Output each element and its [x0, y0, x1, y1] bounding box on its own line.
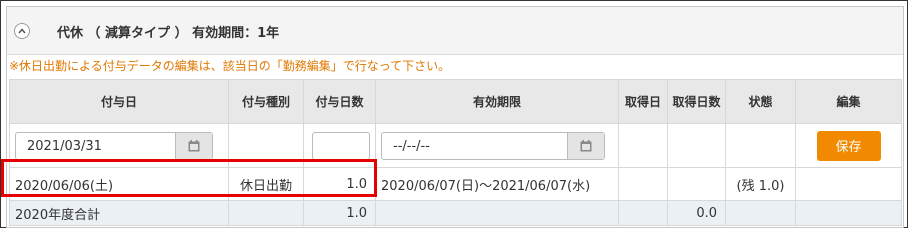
table-header-row: 付与日 付与種別 付与日数 有効期限 取得日 取得日数 状態 編集 [9, 79, 902, 124]
expiry-cell: --/--/-- [375, 123, 619, 168]
expiry-date-value[interactable]: --/--/-- [393, 139, 430, 154]
row-expiry: 2020/06/07(日)～2021/06/07(水) [375, 167, 619, 201]
row-taken-date [618, 167, 668, 201]
row-edit [795, 167, 902, 201]
column-header-status: 状態 [725, 79, 796, 124]
row-taken-days [667, 167, 726, 201]
total-status [725, 200, 796, 226]
panel-title: 代休 （ 減算タイプ ） 有効期間：1年 [57, 26, 280, 41]
grant-type-cell [228, 123, 304, 168]
input-row: 2021/03/31 --/--/-- 保存 [9, 123, 902, 168]
grant-date-cell: 2021/03/31 [9, 123, 229, 168]
column-header-grant-days: 付与日数 [303, 79, 376, 124]
grant-days-input[interactable] [312, 131, 370, 160]
column-header-taken-date: 取得日 [618, 79, 668, 124]
taken-days-cell [667, 123, 726, 168]
total-expiry [375, 200, 619, 226]
total-row: 2020年度合計 1.0 0.0 [9, 200, 902, 226]
total-taken-days: 0.0 [667, 200, 726, 226]
taken-date-cell [618, 123, 668, 168]
panel-header: 代休 （ 減算タイプ ） 有効期間：1年 [7, 7, 903, 55]
chevron-up-icon[interactable] [14, 23, 30, 39]
row-grant-date: 2020/06/06(土) [9, 167, 229, 201]
status-cell [725, 123, 796, 168]
row-status: (残 1.0) [725, 167, 796, 201]
edit-cell: 保存 [795, 123, 902, 168]
save-button[interactable]: 保存 [816, 130, 881, 161]
total-label: 2020年度合計 [9, 200, 229, 226]
calendar-icon[interactable] [567, 132, 604, 159]
column-header-taken-days: 取得日数 [667, 79, 726, 124]
column-header-expiry: 有効期限 [375, 79, 619, 124]
column-header-grant-date: 付与日 [9, 79, 229, 124]
total-grant-days: 1.0 [303, 200, 376, 226]
expiry-date-field[interactable]: --/--/-- [381, 131, 605, 160]
grant-days-cell [303, 123, 376, 168]
grant-date-value[interactable]: 2021/03/31 [27, 139, 102, 154]
total-grant-type [228, 200, 304, 226]
total-edit [795, 200, 902, 226]
grant-table: 付与日 付与種別 付与日数 有効期限 取得日 取得日数 状態 編集 2021/0… [9, 79, 902, 226]
table-row: 2020/06/06(土) 休日出勤 1.0 2020/06/07(日)～202… [9, 167, 902, 201]
compensatory-leave-panel: 代休 （ 減算タイプ ） 有効期間：1年 ※休日出勤による付与データの編集は、該… [6, 6, 904, 228]
column-header-grant-type: 付与種別 [228, 79, 304, 124]
row-grant-type: 休日出勤 [228, 167, 304, 201]
column-header-edit: 編集 [795, 79, 902, 124]
grant-date-field[interactable]: 2021/03/31 [15, 131, 213, 160]
total-taken-date [618, 200, 668, 226]
row-grant-days: 1.0 [303, 167, 376, 201]
calendar-icon[interactable] [175, 132, 212, 159]
edit-notice: ※休日出勤による付与データの編集は、該当日の「勤務編集」で行なって下さい。 [9, 59, 451, 73]
screenshot-frame: 代休 （ 減算タイプ ） 有効期間：1年 ※休日出勤による付与データの編集は、該… [0, 0, 908, 228]
